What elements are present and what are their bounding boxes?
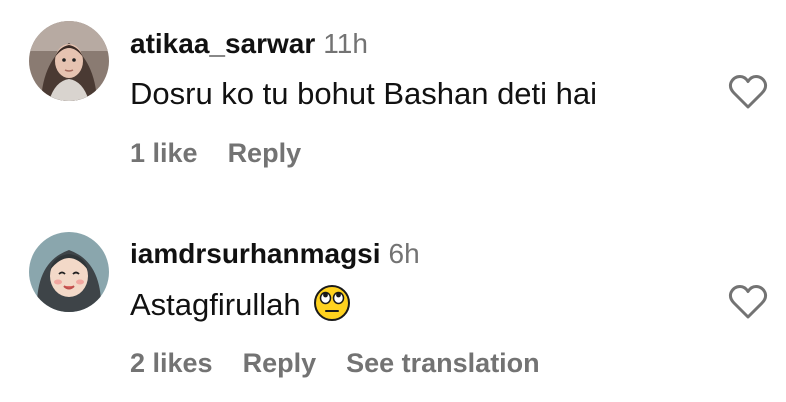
avatar[interactable] <box>29 21 109 101</box>
comment-header: iamdrsurhanmagsi 6h <box>130 238 420 270</box>
comment-item: iamdrsurhanmagsi 6h Astagfirullah 2 likes… <box>0 210 786 400</box>
avatar[interactable] <box>29 232 109 312</box>
timestamp[interactable]: 11h <box>323 28 368 59</box>
like-count[interactable]: 1 like <box>130 138 198 168</box>
comment-text: Astagfirullah <box>130 284 351 323</box>
like-count[interactable]: 2 likes <box>130 348 213 378</box>
heart-outline-icon[interactable] <box>728 284 768 320</box>
timestamp[interactable]: 6h <box>389 238 420 269</box>
user-avatar-photo-icon <box>29 21 109 101</box>
user-avatar-illustration-icon <box>29 232 109 312</box>
username[interactable]: atikaa_sarwar <box>130 28 315 59</box>
comment-text: Dosru ko tu bohut Bashan deti hai <box>130 76 598 111</box>
comment-actions: 2 likes Reply See translation <box>130 348 570 379</box>
reply-button[interactable]: Reply <box>228 138 302 168</box>
face-with-rolling-eyes-icon <box>313 285 350 321</box>
reply-button[interactable]: Reply <box>243 348 317 378</box>
comment-actions: 1 like Reply <box>130 138 331 169</box>
heart-outline-icon[interactable] <box>728 74 768 110</box>
see-translation-button[interactable]: See translation <box>346 348 540 378</box>
comment-header: atikaa_sarwar 11h <box>130 28 368 60</box>
comment-item: atikaa_sarwar 11h Dosru ko tu bohut Basha… <box>0 0 786 190</box>
username[interactable]: iamdrsurhanmagsi <box>130 238 381 269</box>
comment-text-body: Astagfirullah <box>130 287 301 322</box>
